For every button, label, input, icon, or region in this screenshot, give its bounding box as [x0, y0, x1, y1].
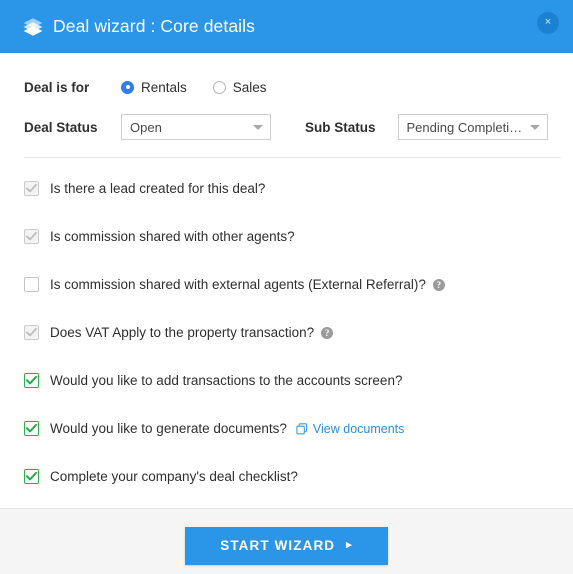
sub-status-select[interactable]: Pending Completion [397, 114, 548, 140]
checkbox-company-deal-checklist[interactable] [24, 469, 39, 484]
deal-status-label: Deal Status [24, 119, 98, 135]
checklist-item-label: Complete your company's deal checklist? [50, 469, 298, 484]
start-wizard-label: START WIZARD [220, 538, 336, 553]
deal-status-select[interactable]: Open [121, 114, 271, 140]
view-documents-label: View documents [312, 421, 405, 436]
checklist-item: Would you like to add transactions to th… [24, 364, 549, 397]
checklist-item: Does VAT Apply to the property transacti… [24, 316, 549, 349]
checkbox-vat-apply[interactable] [24, 325, 39, 340]
chevron-down-icon [529, 125, 540, 130]
deal-wizard-modal: Deal wizard : Core details × Deal is for… [0, 0, 573, 574]
deal-is-for-row: Deal is for Rentals Sales [24, 71, 561, 103]
modal-footer: START WIZARD ▸ [0, 508, 573, 574]
close-glyph: × [544, 16, 552, 28]
page-title: Deal wizard : Core details [53, 16, 255, 36]
radio-option-rentals[interactable]: Rentals [121, 80, 187, 95]
start-wizard-button[interactable]: START WIZARD ▸ [185, 526, 388, 565]
view-documents-link[interactable]: View documents [296, 421, 405, 436]
checklist-item: Is commission shared with external agent… [24, 268, 549, 301]
deal-is-for-radio-group: Rentals Sales [121, 80, 267, 95]
checklist-item-label: Would you like to add transactions to th… [50, 373, 403, 388]
sub-status-value: Pending Completion [406, 119, 523, 135]
checkbox-lead-created[interactable] [24, 181, 39, 196]
checklist-item: Would you like to generate documents? Vi… [24, 412, 549, 445]
radio-rentals-label: Rentals [141, 79, 187, 95]
radio-rentals-icon[interactable] [121, 80, 134, 94]
wizard-checklist: Is there a lead created for this deal? I… [0, 158, 573, 508]
help-icon[interactable]: ? [321, 326, 334, 339]
close-icon[interactable]: × [537, 12, 559, 34]
deal-is-for-label: Deal is for [24, 79, 90, 95]
arrow-right-icon: ▸ [346, 539, 353, 551]
deal-status-value: Open [130, 119, 162, 135]
help-icon[interactable]: ? [432, 278, 445, 291]
layers-diamond-icon [22, 16, 44, 38]
copy-documents-icon [296, 422, 308, 435]
radio-option-sales[interactable]: Sales [212, 79, 267, 95]
chevron-down-icon [253, 125, 263, 130]
checklist-item-label: Does VAT Apply to the property transacti… [50, 325, 315, 340]
checkbox-external-referral[interactable] [24, 277, 39, 292]
checklist-item: Complete your company's deal checklist? [24, 460, 549, 493]
checklist-item-label: Is commission shared with other agents? [50, 229, 295, 244]
modal-header: Deal wizard : Core details × [0, 0, 573, 53]
checklist-item-label: Would you like to generate documents? [50, 421, 287, 436]
checklist-item: Is commission shared with other agents? [24, 220, 549, 253]
checkbox-commission-shared-agents[interactable] [24, 229, 39, 244]
core-details-form: Deal is for Rentals Sales Deal Status Op… [24, 53, 561, 158]
radio-sales-icon[interactable] [212, 80, 226, 94]
sub-status-label: Sub Status [305, 119, 376, 135]
checkbox-generate-documents[interactable] [24, 421, 39, 436]
checklist-item: Is there a lead created for this deal? [24, 172, 549, 205]
radio-sales-label: Sales [232, 79, 267, 95]
checkbox-add-transactions[interactable] [24, 373, 39, 388]
status-row: Deal Status Open Sub Status Pending Comp… [24, 111, 561, 143]
checklist-item-label: Is there a lead created for this deal? [50, 181, 266, 196]
checklist-item-label: Is commission shared with external agent… [50, 277, 426, 292]
